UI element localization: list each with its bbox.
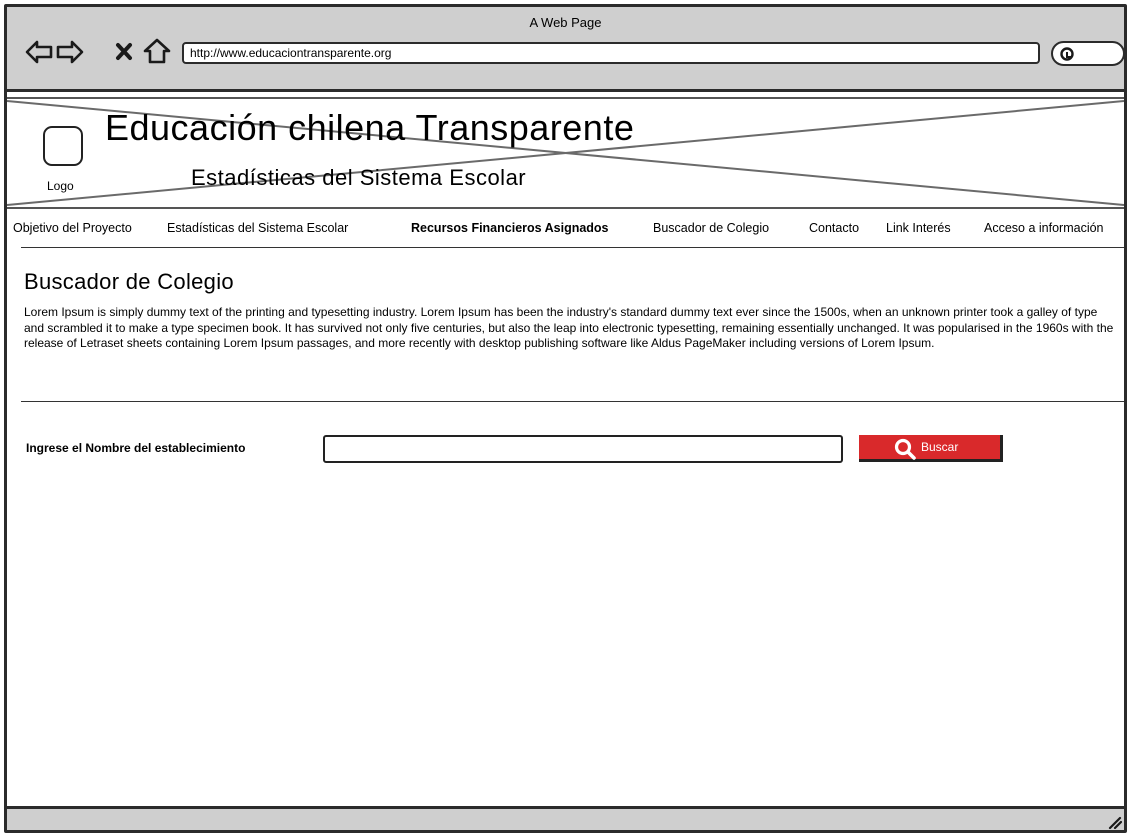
site-header: Logo Educación chilena Transparente Esta…	[7, 97, 1124, 209]
home-icon[interactable]	[142, 37, 172, 67]
browser-search-field[interactable]	[1051, 41, 1124, 66]
search-icon	[894, 438, 916, 460]
nav-item-contacto[interactable]: Contacto	[809, 221, 859, 235]
site-title: Educación chilena Transparente	[105, 107, 635, 148]
search-button[interactable]: Buscar	[859, 435, 1003, 462]
window-title: A Web Page	[529, 15, 602, 30]
forward-arrow-icon[interactable]	[55, 37, 85, 67]
nav-item-acceso-informacion[interactable]: Acceso a información	[984, 221, 1104, 235]
main-navigation: Objetivo del Proyecto Estadísticas del S…	[7, 217, 1124, 243]
nav-item-buscador[interactable]: Buscador de Colegio	[653, 221, 769, 235]
school-name-input[interactable]	[323, 435, 843, 463]
nav-divider	[21, 247, 1124, 248]
address-bar[interactable]: http://www.educaciontransparente.org	[182, 42, 1040, 64]
intro-paragraph: Lorem Ipsum is simply dummy text of the …	[24, 305, 1114, 350]
browser-window: A Web Page http://www.educaciontranspare…	[4, 4, 1127, 833]
search-icon	[1060, 47, 1074, 61]
search-button-label: Buscar	[921, 440, 959, 454]
nav-item-objetivo[interactable]: Objetivo del Proyecto	[13, 221, 132, 235]
site-subtitle: Estadísticas del Sistema Escolar	[191, 165, 527, 190]
content-divider	[21, 401, 1124, 402]
logo-label: Logo	[47, 179, 74, 193]
back-arrow-icon[interactable]	[24, 37, 54, 67]
school-name-label: Ingrese el Nombre del establecimiento	[26, 441, 246, 455]
resize-grip-icon[interactable]	[1106, 813, 1122, 829]
browser-status-bar	[7, 806, 1124, 830]
nav-item-estadisticas[interactable]: Estadísticas del Sistema Escolar	[167, 221, 348, 235]
close-icon[interactable]	[111, 37, 141, 67]
browser-toolbar: A Web Page http://www.educaciontranspare…	[7, 7, 1124, 92]
nav-item-link-interes[interactable]: Link Interés	[886, 221, 951, 235]
page-title: Buscador de Colegio	[24, 269, 234, 294]
nav-item-recursos[interactable]: Recursos Financieros Asignados	[411, 221, 609, 235]
logo-icon[interactable]	[43, 126, 83, 166]
